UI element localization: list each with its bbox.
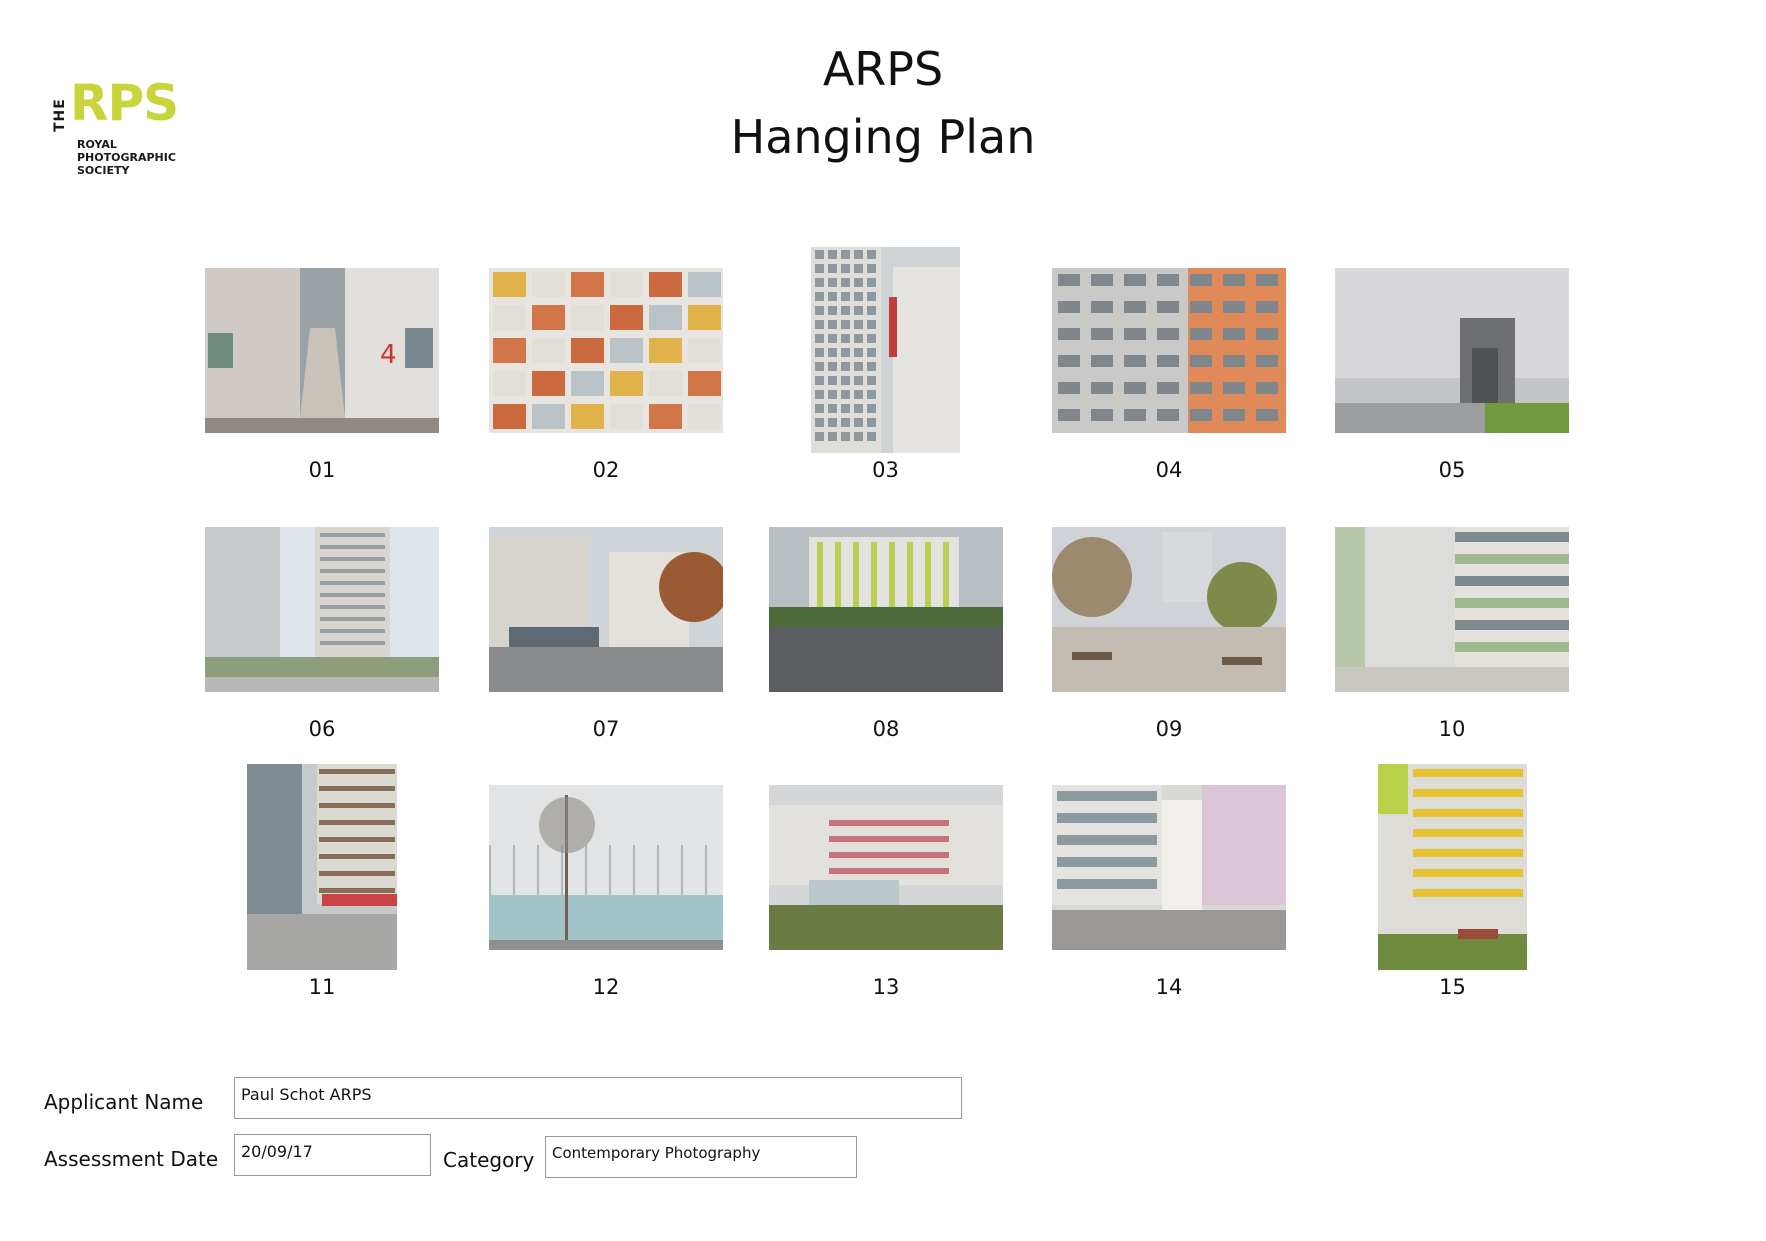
assessment-date-field[interactable]: 20/09/17 [234, 1134, 431, 1176]
photo-label-02: 02 [592, 458, 620, 482]
photo-12 [489, 785, 723, 950]
photo-label-03: 03 [872, 458, 899, 482]
photo-label-13: 13 [872, 975, 900, 999]
category-label: Category [443, 1148, 535, 1172]
photo-15 [1378, 764, 1527, 970]
photo-label-06: 06 [308, 717, 336, 741]
photo-14 [1052, 785, 1286, 950]
photo-label-15: 15 [1439, 975, 1466, 999]
photo-label-01: 01 [308, 458, 336, 482]
photo-10 [1335, 527, 1569, 692]
category-field[interactable]: Contemporary Photography [545, 1136, 857, 1178]
photo-label-10: 10 [1438, 717, 1466, 741]
photo-03 [811, 247, 960, 453]
photo-label-07: 07 [592, 717, 620, 741]
photo-05 [1335, 268, 1569, 433]
photo-label-08: 08 [872, 717, 900, 741]
photo-08 [769, 527, 1003, 692]
page-subtitle: Hanging Plan [730, 110, 1036, 164]
photo-label-04: 04 [1155, 458, 1183, 482]
photo-06 [205, 527, 439, 692]
photo-label-14: 14 [1155, 975, 1183, 999]
photo-07 [489, 527, 723, 692]
photo-11 [247, 764, 397, 970]
applicant-name-label: Applicant Name [44, 1090, 204, 1114]
logo-line-society: SOCIETY [77, 164, 130, 177]
photo-09 [1052, 527, 1286, 692]
page-title: ARPS [822, 42, 944, 96]
photo-label-11: 11 [308, 975, 336, 999]
photo-13 [769, 785, 1003, 950]
photo-label-12: 12 [592, 975, 620, 999]
photo-01: 4 [205, 268, 439, 433]
photo-02 [489, 268, 723, 433]
photo-04 [1052, 268, 1286, 433]
assessment-date-label: Assessment Date [44, 1147, 219, 1171]
photo-label-09: 09 [1155, 717, 1183, 741]
applicant-name-field[interactable]: Paul Schot ARPS [234, 1077, 962, 1119]
photo-label-05: 05 [1438, 458, 1466, 482]
svg-text:4: 4 [380, 340, 397, 370]
